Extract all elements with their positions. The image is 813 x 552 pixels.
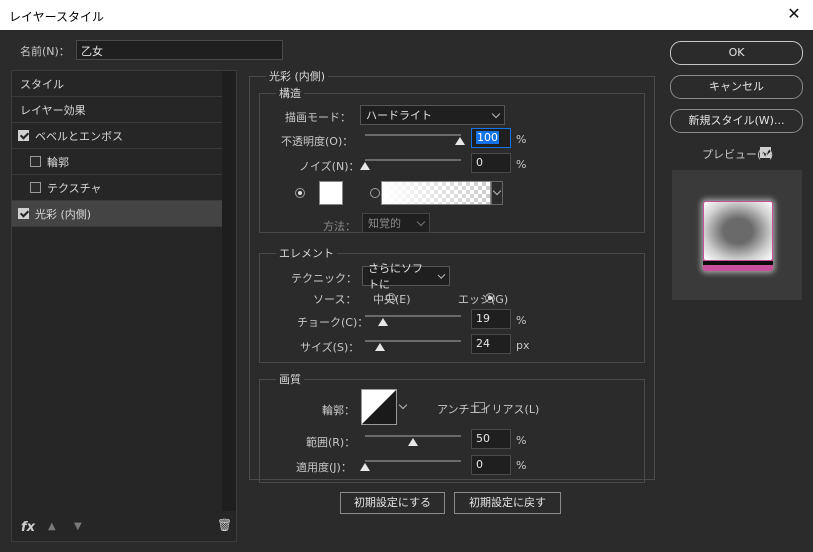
- gradient-swatch[interactable]: [381, 181, 491, 205]
- range-input[interactable]: 50: [471, 429, 511, 449]
- contour-label: 輪郭：: [322, 404, 355, 417]
- window-title: レイヤースタイル: [9, 10, 105, 24]
- style-list-item-texture[interactable]: テクスチャ: [12, 175, 222, 201]
- range-slider[interactable]: [365, 435, 461, 437]
- range-slider-thumb[interactable]: [408, 438, 418, 446]
- choke-unit: %: [516, 314, 527, 327]
- preview-swatch: [703, 201, 773, 271]
- style-list-label: ベベルとエンボス: [35, 129, 123, 143]
- method-select[interactable]: 知覚的: [362, 213, 430, 233]
- blend-mode-value: ハードライト: [366, 109, 432, 122]
- preview-label[interactable]: プレビュー(V): [702, 146, 773, 162]
- cancel-button[interactable]: キャンセル: [670, 75, 803, 99]
- range-label: 範囲(R)：: [306, 436, 356, 449]
- gradient-dropdown[interactable]: [491, 181, 503, 205]
- noise-label: ノイズ(N)：: [299, 160, 360, 173]
- bevel-checkbox[interactable]: [18, 130, 29, 141]
- source-label: ソース：: [313, 293, 357, 306]
- chevron-down-icon: [491, 109, 501, 118]
- structure-title: 構造: [276, 85, 304, 101]
- chevron-down-icon: [398, 400, 408, 410]
- size-slider-thumb[interactable]: [375, 343, 385, 351]
- choke-input[interactable]: 19: [471, 309, 511, 329]
- style-list-item-layer-effects[interactable]: レイヤー効果: [12, 97, 222, 123]
- move-up-icon[interactable]: ▲: [48, 521, 56, 532]
- opacity-unit: %: [516, 133, 527, 146]
- contour-preview[interactable]: [361, 389, 397, 425]
- jitter-slider-thumb[interactable]: [360, 463, 370, 471]
- contour-curve-icon: [362, 390, 396, 424]
- jitter-input[interactable]: 0: [471, 455, 511, 475]
- new-style-button[interactable]: 新規スタイル(W)...: [670, 109, 803, 133]
- technique-label: テクニック：: [291, 272, 357, 285]
- choke-slider-thumb[interactable]: [378, 318, 388, 326]
- gradient-radio[interactable]: [369, 188, 380, 198]
- choke-slider[interactable]: [365, 315, 461, 317]
- size-label: サイズ(S)：: [300, 341, 360, 354]
- preview-glow: [704, 202, 772, 260]
- name-input[interactable]: 乙女: [76, 40, 283, 60]
- range-unit: %: [516, 434, 527, 447]
- blend-mode-label: 描画モード：: [285, 111, 351, 124]
- reset-default-button[interactable]: 初期設定に戻す: [454, 492, 561, 514]
- method-label: 方法：: [323, 220, 356, 233]
- jitter-unit: %: [516, 459, 527, 472]
- chevron-down-icon: [416, 217, 426, 226]
- glow-color-swatch[interactable]: [319, 181, 343, 205]
- technique-select[interactable]: さらにソフトに: [362, 262, 450, 291]
- trash-icon[interactable]: 🗑: [217, 518, 232, 532]
- texture-checkbox[interactable]: [30, 182, 41, 193]
- style-list-scrollbar[interactable]: [222, 71, 236, 511]
- opacity-slider[interactable]: [365, 134, 461, 136]
- color-radio[interactable]: [295, 188, 305, 198]
- panel-title: 光彩 (内側): [266, 68, 329, 84]
- close-icon[interactable]: ✕: [783, 4, 805, 23]
- noise-slider[interactable]: [365, 159, 461, 161]
- size-input[interactable]: 24: [471, 334, 511, 354]
- title-bar: レイヤースタイル ✕: [0, 0, 813, 30]
- chevron-down-icon: [437, 270, 446, 279]
- ok-button[interactable]: OK: [670, 41, 803, 65]
- source-edge-label[interactable]: エッジ(G): [458, 291, 508, 307]
- opacity-input[interactable]: 100: [471, 128, 511, 148]
- noise-input[interactable]: 0: [471, 153, 511, 173]
- blend-mode-select[interactable]: ハードライト: [360, 105, 505, 125]
- style-list-item-styles[interactable]: スタイル: [12, 71, 222, 97]
- opacity-label: 不透明度(O)：: [281, 135, 354, 148]
- preview-shadow: [703, 261, 773, 265]
- quality-title: 画質: [276, 371, 304, 387]
- noise-unit: %: [516, 158, 527, 171]
- style-list-item-inner-glow[interactable]: 光彩 (内側): [12, 201, 222, 227]
- make-default-button[interactable]: 初期設定にする: [340, 492, 445, 514]
- technique-value: さらにソフトに: [368, 262, 423, 291]
- fx-icon[interactable]: fx: [21, 520, 35, 535]
- jitter-label: 適用度(J)：: [296, 461, 352, 474]
- opacity-value: 100: [476, 131, 499, 144]
- style-list-item-contour[interactable]: 輪郭: [12, 149, 222, 175]
- style-list-panel: スタイル レイヤー効果 ベベルとエンボス 輪郭 テクスチャ 光彩 (内側) fx…: [11, 70, 237, 542]
- antialias-label[interactable]: アンチエイリアス(L): [437, 401, 539, 417]
- contour-dropdown[interactable]: [398, 389, 408, 425]
- preview-area: [672, 170, 802, 300]
- style-list-label: 輪郭: [47, 155, 69, 169]
- chevron-down-icon: [492, 186, 502, 196]
- source-center-label[interactable]: 中央(E): [373, 291, 411, 307]
- elements-title: エレメント: [276, 245, 337, 261]
- jitter-slider[interactable]: [365, 460, 461, 462]
- style-list-item-bevel-emboss[interactable]: ベベルとエンボス: [12, 123, 222, 149]
- choke-label: チョーク(C)：: [297, 316, 369, 329]
- style-list-label: スタイル: [20, 77, 64, 91]
- style-list-label: 光彩 (内側): [35, 207, 92, 221]
- move-down-icon[interactable]: ▼: [74, 521, 82, 532]
- size-slider[interactable]: [365, 340, 461, 342]
- opacity-slider-thumb[interactable]: [455, 137, 465, 145]
- inner-glow-checkbox[interactable]: [18, 208, 29, 219]
- noise-slider-thumb[interactable]: [360, 162, 370, 170]
- size-unit: px: [516, 339, 530, 352]
- style-list-label: テクスチャ: [47, 181, 102, 195]
- contour-checkbox[interactable]: [30, 156, 41, 167]
- style-list-label: レイヤー効果: [20, 103, 86, 117]
- method-value: 知覚的: [368, 217, 401, 230]
- name-label: 名前(N)：: [20, 45, 70, 58]
